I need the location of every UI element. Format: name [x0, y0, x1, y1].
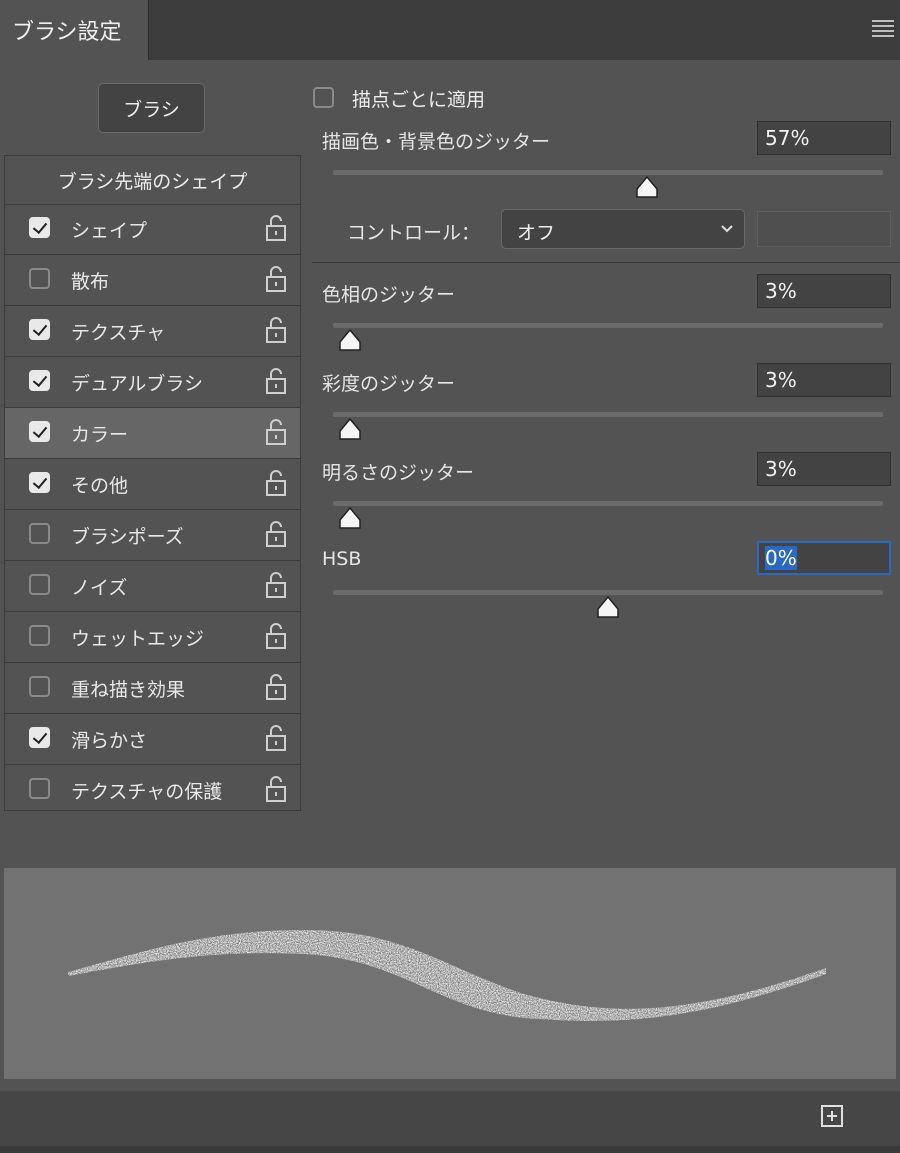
list-item-protect-texture[interactable]: テクスチャの保護: [5, 765, 300, 816]
brush-stroke-preview: [4, 868, 896, 1079]
list-item-transfer[interactable]: その他: [5, 459, 300, 510]
unlock-icon[interactable]: [263, 213, 289, 243]
list-item-label: ノイズ: [71, 577, 128, 599]
unlock-icon[interactable]: [263, 366, 289, 396]
brush-stroke-image: [68, 930, 826, 1022]
brush-options-list: ブラシ先端のシェイプ シェイプ 散布 テクスチャ デュアルブラシ カラー その他…: [4, 155, 301, 811]
list-item-color-dynamics[interactable]: カラー: [5, 408, 300, 459]
panel-bottom-edge: [0, 1146, 900, 1153]
checkbox[interactable]: [29, 574, 50, 595]
brightness-jitter-input[interactable]: 3%: [757, 452, 891, 486]
hue-jitter-slider[interactable]: [333, 323, 883, 328]
hamburger-menu-icon[interactable]: [872, 20, 894, 37]
section-divider: [312, 262, 900, 263]
list-item-texture[interactable]: テクスチャ: [5, 306, 300, 357]
list-item-label: 滑らかさ: [71, 730, 148, 752]
fg-bg-jitter-label: 描画色・背景色のジッター: [322, 131, 551, 153]
unlock-icon[interactable]: [263, 621, 289, 651]
tab-brush-settings[interactable]: ブラシ設定: [0, 0, 149, 60]
list-item-label: 重ね描き効果: [71, 679, 186, 701]
checkbox[interactable]: [29, 778, 50, 799]
purity-value: 0%: [765, 546, 797, 570]
slider-thumb[interactable]: [337, 416, 363, 442]
hue-jitter-label: 色相のジッター: [322, 284, 456, 306]
tab-label: ブラシ設定: [12, 20, 122, 45]
panel-tab-bar: ブラシ設定: [0, 0, 900, 60]
list-item-label: デュアルブラシ: [71, 373, 204, 395]
control-dropdown[interactable]: オフ: [501, 209, 745, 249]
apply-per-tip-checkbox[interactable]: [313, 87, 334, 108]
list-item-label: カラー: [71, 424, 129, 446]
control-secondary-input: [757, 211, 891, 247]
checkbox[interactable]: [29, 421, 50, 442]
checkbox[interactable]: [29, 727, 50, 748]
checkbox[interactable]: [29, 625, 50, 646]
hue-jitter-input[interactable]: 3%: [757, 274, 891, 308]
list-item-label: ブラシポーズ: [71, 526, 184, 548]
unlock-icon[interactable]: [263, 570, 289, 600]
create-new-brush-icon[interactable]: [820, 1104, 844, 1128]
list-item-label: その他: [71, 475, 129, 497]
unlock-icon[interactable]: [263, 519, 289, 549]
unlock-icon[interactable]: [263, 672, 289, 702]
saturation-jitter-slider[interactable]: [333, 412, 883, 417]
control-selected-value: オフ: [517, 222, 556, 244]
checkbox[interactable]: [29, 676, 50, 697]
list-item-label: ウェットエッジ: [71, 628, 205, 650]
unlock-icon[interactable]: [263, 468, 289, 498]
slider-thumb[interactable]: [634, 174, 660, 200]
slider-thumb[interactable]: [595, 594, 621, 620]
chevron-down-icon: [721, 225, 733, 233]
unlock-icon[interactable]: [263, 774, 289, 804]
brush-presets-button[interactable]: ブラシ: [98, 83, 205, 133]
list-item-wet-edges[interactable]: ウェットエッジ: [5, 612, 300, 663]
purity-label: HSB: [322, 548, 362, 570]
unlock-icon[interactable]: [263, 417, 289, 447]
list-item-label: テクスチャ: [71, 322, 166, 344]
control-label: コントロール：: [347, 222, 481, 244]
list-item-label: シェイプ: [71, 220, 148, 242]
fg-bg-jitter-slider[interactable]: [333, 170, 883, 175]
saturation-jitter-input[interactable]: 3%: [757, 363, 891, 397]
checkbox[interactable]: [29, 472, 50, 493]
checkbox[interactable]: [29, 217, 50, 238]
list-item-noise[interactable]: ノイズ: [5, 561, 300, 612]
unlock-icon[interactable]: [263, 723, 289, 753]
list-item-shape-dynamics[interactable]: シェイプ: [5, 204, 300, 255]
list-item-brush-pose[interactable]: ブラシポーズ: [5, 510, 300, 561]
brightness-jitter-label: 明るさのジッター: [322, 462, 475, 484]
panel-footer: [0, 1091, 900, 1146]
unlock-icon[interactable]: [263, 315, 289, 345]
brightness-jitter-slider[interactable]: [333, 501, 883, 506]
checkbox[interactable]: [29, 523, 50, 544]
list-item-smoothing[interactable]: 滑らかさ: [5, 714, 300, 765]
list-item-build-up[interactable]: 重ね描き効果: [5, 663, 300, 714]
slider-thumb[interactable]: [337, 327, 363, 353]
unlock-icon[interactable]: [263, 264, 289, 294]
list-item-label: 散布: [71, 271, 110, 293]
list-item-scattering[interactable]: 散布: [5, 255, 300, 306]
checkbox[interactable]: [29, 319, 50, 340]
apply-per-tip-label: 描点ごとに適用: [352, 89, 486, 111]
checkbox[interactable]: [29, 370, 50, 391]
saturation-jitter-label: 彩度のジッター: [322, 373, 456, 395]
slider-thumb[interactable]: [337, 505, 363, 531]
brush-tip-shape-header[interactable]: ブラシ先端のシェイプ: [5, 156, 300, 205]
checkbox[interactable]: [29, 268, 50, 289]
fg-bg-jitter-input[interactable]: 57%: [757, 121, 891, 155]
purity-input[interactable]: 0%: [757, 541, 891, 575]
list-item-label: テクスチャの保護: [71, 781, 223, 803]
list-item-dual-brush[interactable]: デュアルブラシ: [5, 357, 300, 408]
